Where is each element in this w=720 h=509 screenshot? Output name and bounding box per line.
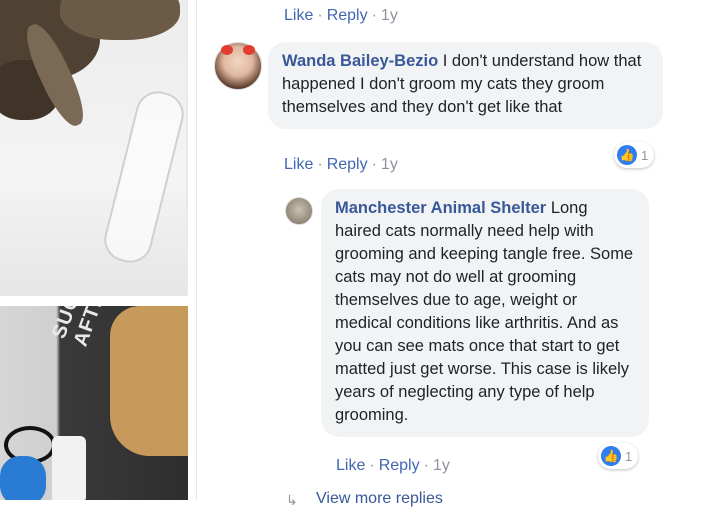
like-link[interactable]: Like	[336, 457, 365, 474]
separator: ·	[371, 7, 377, 24]
separator: ·	[371, 156, 377, 173]
reply-bubble: Manchester Animal Shelter Long haired ca…	[321, 189, 649, 437]
separator: ·	[423, 457, 429, 474]
timestamp[interactable]: 1y	[433, 457, 450, 474]
shelter-staff-photo[interactable]: SUCKS AFTER	[0, 306, 188, 500]
separator: ·	[317, 7, 323, 24]
view-more-replies-link[interactable]: View more replies	[316, 490, 443, 508]
staff-hair	[110, 306, 188, 456]
comment-bubble: Wanda Bailey-Bezio I don't understand ho…	[268, 42, 663, 129]
like-link[interactable]: Like	[284, 156, 313, 173]
reaction-count: 1	[641, 147, 649, 163]
photo-divider	[0, 296, 188, 306]
reaction-badge[interactable]: 👍 1	[598, 443, 639, 469]
photo-column: SUCKS AFTER	[0, 0, 188, 500]
comment-text: Long haired cats normally need help with…	[335, 199, 634, 424]
timestamp[interactable]: 1y	[381, 156, 398, 173]
reply-arrow-icon: ↳	[286, 492, 298, 508]
thumbs-up-icon: 👍	[617, 145, 637, 165]
thumbs-up-icon: 👍	[601, 446, 621, 466]
avatar[interactable]	[285, 197, 313, 225]
reaction-badge[interactable]: 👍 1	[614, 142, 655, 168]
timestamp[interactable]: 1y	[381, 7, 398, 24]
blue-glove	[0, 456, 46, 500]
comment-actions: Like · Reply · 1y	[284, 156, 398, 174]
reply-link[interactable]: Reply	[379, 457, 420, 474]
reply-link[interactable]: Reply	[327, 156, 368, 173]
separator: ·	[317, 156, 323, 173]
previous-comment-actions: Like · Reply · 1y	[284, 7, 398, 25]
like-link[interactable]: Like	[284, 7, 313, 24]
spray-bottle	[52, 436, 86, 500]
reaction-count: 1	[625, 448, 633, 464]
plastic-tube	[99, 86, 186, 268]
comment-author[interactable]: Manchester Animal Shelter	[335, 199, 546, 217]
separator: ·	[369, 457, 375, 474]
filter-ear	[243, 45, 255, 55]
reply-actions: Like · Reply · 1y	[336, 457, 450, 475]
avatar[interactable]	[214, 42, 262, 90]
reply-link[interactable]: Reply	[327, 7, 368, 24]
filter-ear	[221, 45, 233, 55]
matted-fur-photo[interactable]	[0, 0, 186, 296]
comment-author[interactable]: Wanda Bailey-Bezio	[282, 52, 438, 70]
